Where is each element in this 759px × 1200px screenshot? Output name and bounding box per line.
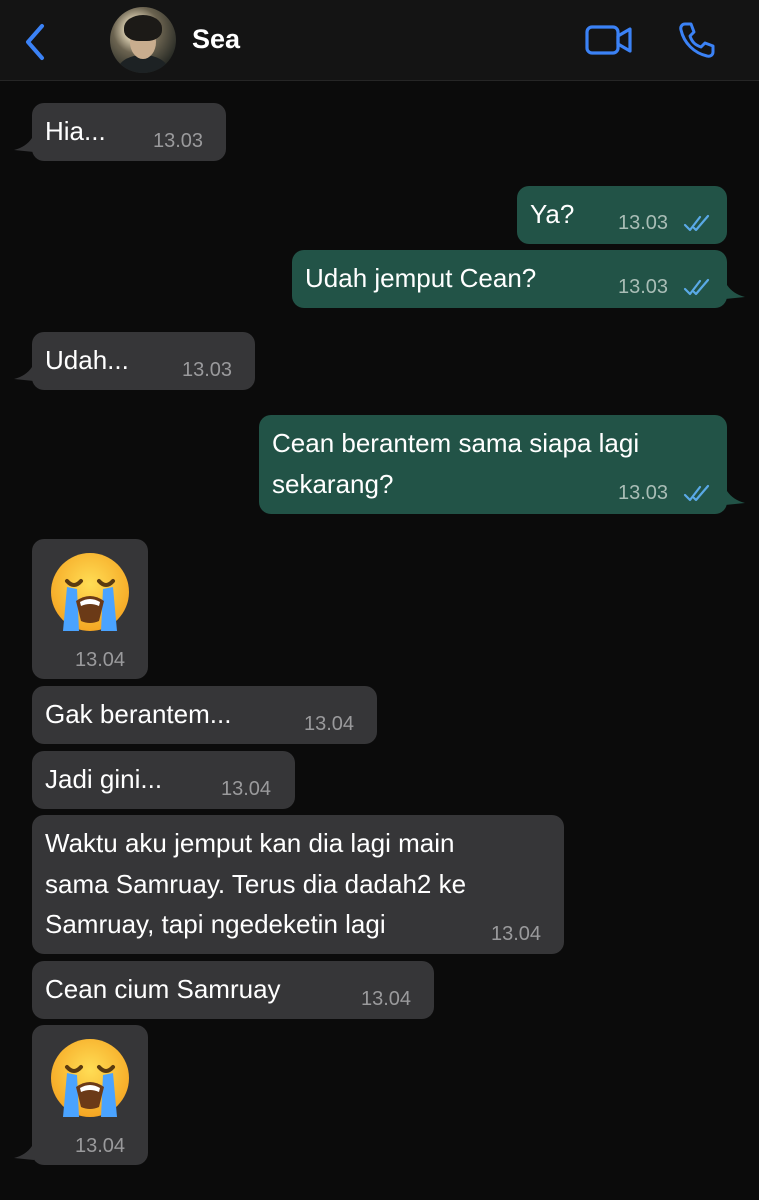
message-time: 13.03 bbox=[182, 359, 233, 381]
message-text: Ya? bbox=[530, 199, 575, 229]
bubble-tail bbox=[725, 491, 745, 505]
message-text-line: sama Samruay. Terus dia dadah2 ke bbox=[45, 869, 467, 899]
message-text-line: sekarang? bbox=[272, 469, 394, 499]
bubble-tail bbox=[14, 367, 34, 381]
message-text: Hia... bbox=[45, 116, 106, 146]
message-time: 13.03 bbox=[618, 482, 669, 504]
read-receipt-icon bbox=[683, 484, 710, 502]
chat-header: Sea bbox=[0, 0, 759, 81]
message-text-line: Waktu aku jemput kan dia lagi main bbox=[45, 828, 455, 858]
message-text-line: Samruay, tapi ngedeketin lagi bbox=[45, 909, 386, 939]
message-bubble-incoming[interactable]: Waktu aku jemput kan dia lagi main sama … bbox=[32, 815, 564, 954]
message-bubble-incoming[interactable]: Cean cium Samruay 13.04 bbox=[32, 961, 434, 1019]
read-receipt-icon bbox=[683, 214, 710, 232]
message-text: Udah jemput Cean? bbox=[305, 263, 537, 293]
message-time: 13.03 bbox=[618, 276, 669, 298]
contact-name[interactable]: Sea bbox=[192, 24, 240, 55]
message-text: Udah... bbox=[45, 345, 129, 375]
message-bubble-incoming[interactable]: 13.04 bbox=[32, 539, 148, 679]
message-time: 13.04 bbox=[75, 649, 126, 671]
message-text: Cean cium Samruay bbox=[45, 974, 281, 1004]
voice-call-button[interactable] bbox=[676, 20, 716, 60]
loudly-crying-face-icon bbox=[51, 553, 129, 631]
back-button[interactable] bbox=[20, 22, 50, 62]
message-time: 13.03 bbox=[618, 212, 669, 234]
message-bubble-incoming[interactable]: Gak berantem... 13.04 bbox=[32, 686, 377, 744]
message-text: Jadi gini... bbox=[45, 764, 163, 794]
message-text: Gak berantem... bbox=[45, 699, 232, 729]
message-bubble-incoming[interactable]: 13.04 bbox=[32, 1025, 148, 1165]
message-bubble-outgoing[interactable]: Ya? 13.03 bbox=[517, 186, 727, 244]
message-time: 13.04 bbox=[221, 778, 272, 800]
read-receipt-icon bbox=[683, 278, 710, 296]
video-camera-icon bbox=[585, 25, 632, 55]
message-time: 13.04 bbox=[75, 1135, 126, 1157]
message-text-line: Cean berantem sama siapa lagi bbox=[272, 428, 640, 458]
message-time: 13.04 bbox=[491, 923, 542, 945]
video-call-button[interactable] bbox=[584, 22, 634, 58]
avatar[interactable] bbox=[110, 7, 176, 73]
bubble-tail bbox=[14, 138, 34, 152]
message-bubble-incoming[interactable]: Jadi gini... 13.04 bbox=[32, 751, 295, 809]
bubble-tail bbox=[725, 285, 745, 299]
message-time: 13.04 bbox=[304, 713, 355, 735]
message-time: 13.03 bbox=[153, 130, 204, 152]
phone-icon bbox=[679, 22, 715, 58]
message-bubble-incoming[interactable]: Udah... 13.03 bbox=[32, 332, 255, 390]
message-bubble-outgoing[interactable]: Udah jemput Cean? 13.03 bbox=[292, 250, 727, 308]
loudly-crying-face-icon bbox=[51, 1039, 129, 1117]
message-bubble-incoming[interactable]: Hia... 13.03 bbox=[32, 103, 226, 161]
message-time: 13.04 bbox=[361, 988, 412, 1010]
chevron-left-icon bbox=[26, 24, 44, 60]
bubble-tail bbox=[14, 1146, 34, 1160]
message-bubble-outgoing[interactable]: Cean berantem sama siapa lagi sekarang? … bbox=[259, 415, 727, 514]
